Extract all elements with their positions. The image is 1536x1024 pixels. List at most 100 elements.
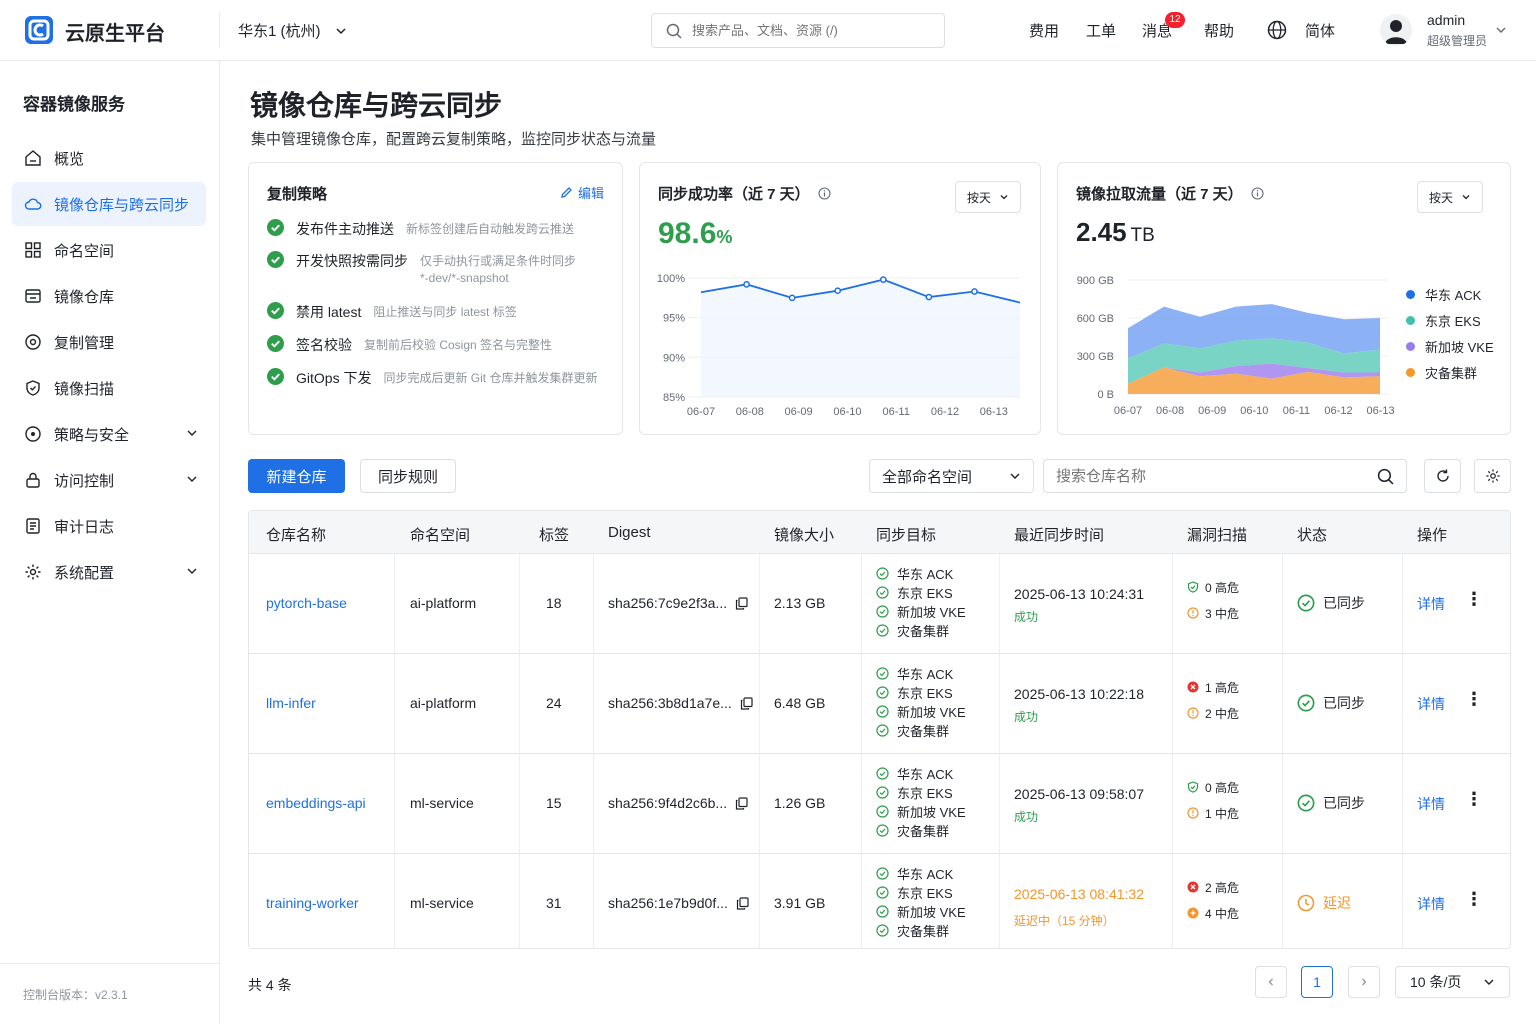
sync-target-name: 灾备集群 [897, 724, 950, 739]
table-row: embeddings-api ml-service 15 sha256:9f4d2c6… [249, 754, 1510, 854]
edit-policy-button[interactable]: 编辑 [560, 183, 604, 202]
x-tick-label: 06-11 [883, 406, 910, 418]
granularity-select[interactable]: 按天 [1417, 181, 1483, 213]
globe-icon[interactable] [1267, 20, 1287, 40]
more-actions-icon[interactable]: ⋮ [1465, 789, 1483, 810]
copy-icon[interactable] [736, 896, 749, 910]
sync-target-name: 灾备集群 [897, 824, 950, 839]
user-name[interactable]: admin [1427, 12, 1465, 28]
policy-rule: GitOps 下发 同步完成后更新 Git 仓库并触发集群更新 [267, 368, 597, 388]
more-actions-icon[interactable]: ⋮ [1465, 889, 1483, 910]
page-number-button[interactable]: 1 [1301, 966, 1333, 998]
image-size-cell: 3.91 GB [774, 895, 826, 911]
sidebar-item-namespace[interactable]: 命名空间 [12, 228, 206, 272]
repo-name-link[interactable]: llm-infer [266, 695, 316, 711]
namespace-cell: ml-service [410, 895, 474, 911]
sidebar-item-label: 镜像仓库与跨云同步 [54, 196, 190, 214]
sidebar-item-overview[interactable]: 概览 [12, 136, 206, 180]
check-circle-icon [267, 335, 284, 352]
nav-help[interactable]: 帮助 [1204, 20, 1234, 41]
sync-result: 成功 [1014, 810, 1039, 824]
detail-link[interactable]: 详情 [1417, 594, 1445, 614]
scan-result-text: 4 中危 [1205, 906, 1240, 921]
sidebar-item-repositories[interactable]: 镜像仓库 [12, 274, 206, 318]
detail-link[interactable]: 详情 [1417, 694, 1445, 714]
sync-target-item: 新加坡 VKE [876, 802, 966, 821]
chevron-down-icon[interactable] [1495, 24, 1507, 36]
image-size-cell: 2.13 GB [774, 595, 826, 611]
info-icon[interactable] [1251, 187, 1264, 200]
check-circle-icon [876, 624, 889, 637]
legend-item[interactable]: 华东 ACK [1406, 281, 1494, 307]
y-tick-label: 900 GB [1077, 275, 1114, 287]
language-switch[interactable]: 简体 [1305, 20, 1335, 41]
page-size-select[interactable]: 10 条/页 [1395, 966, 1510, 998]
search-icon [666, 23, 682, 39]
sync-target-item: 新加坡 VKE [876, 902, 966, 921]
sidebar-item-system-config[interactable]: 系统配置 [12, 550, 206, 594]
more-actions-icon[interactable]: ⋮ [1465, 689, 1483, 710]
sync-rules-button[interactable]: 同步规则 [360, 459, 456, 493]
digest-cell: sha256:9f4d2c6b... [608, 795, 748, 811]
legend-item[interactable]: 新加坡 VKE [1406, 333, 1494, 359]
granularity-select[interactable]: 按天 [955, 181, 1021, 213]
sidebar-item-replication[interactable]: 复制管理 [12, 320, 206, 364]
repository-table: 仓库名称 命名空间 标签 Digest 镜像大小 同步目标 最近同步时间 漏洞扫… [248, 510, 1511, 949]
copy-icon[interactable] [740, 696, 753, 710]
sync-status: 延迟 [1297, 893, 1351, 913]
refresh-button[interactable] [1424, 459, 1461, 493]
brand-name[interactable]: 云原生平台 [65, 17, 165, 46]
column-divider [999, 554, 1000, 654]
search-icon[interactable] [1377, 468, 1394, 485]
prev-page-button[interactable] [1255, 966, 1287, 998]
repo-name-link[interactable]: embeddings-api [266, 795, 366, 811]
sync-target-name: 东京 EKS [897, 586, 953, 601]
brand-logo-icon[interactable] [24, 15, 54, 45]
sidebar-item-repo-sync[interactable]: 镜像仓库与跨云同步 [12, 182, 206, 226]
table-settings-button[interactable] [1474, 459, 1511, 493]
scan-result-item: 0 高危 [1187, 774, 1239, 800]
region-selector[interactable]: 华东1 (杭州) [238, 20, 347, 41]
column-divider [759, 854, 760, 948]
detail-link[interactable]: 详情 [1417, 794, 1445, 814]
sync-target-name: 华东 ACK [897, 867, 954, 882]
nav-billing[interactable]: 费用 [1029, 20, 1059, 41]
repo-search[interactable] [1043, 459, 1407, 493]
replication-icon [25, 334, 41, 350]
detail-link[interactable]: 详情 [1417, 894, 1445, 914]
repo-search-input[interactable] [1056, 467, 1356, 485]
global-search-input[interactable] [692, 23, 922, 38]
repo-name-link[interactable]: pytorch-base [266, 595, 347, 611]
new-repo-button[interactable]: 新建仓库 [248, 459, 345, 493]
check-circle-icon [876, 824, 889, 837]
next-page-button[interactable] [1348, 966, 1380, 998]
sidebar-item-label: 策略与安全 [54, 426, 130, 444]
policy-rule-desc: 复制前后校验 Cosign 签名与完整性 [364, 337, 552, 354]
column-header: Digest [608, 524, 651, 541]
sidebar-item-access-control[interactable]: 访问控制 [12, 458, 206, 502]
nav-tickets[interactable]: 工单 [1086, 20, 1116, 41]
legend-item[interactable]: 灾备集群 [1406, 359, 1494, 385]
global-search[interactable] [651, 13, 945, 48]
sidebar-item-audit-log[interactable]: 审计日志 [12, 504, 206, 548]
policy-rule: 发布件主动推送 新标签创建后自动触发跨云推送 [267, 219, 574, 239]
legend-item[interactable]: 东京 EKS [1406, 307, 1494, 333]
scan-result-text: 1 中危 [1205, 806, 1240, 821]
success-rate-line-chart: 100% 95% 90% 85%06-07 06-08 06-09 06-10 06-11 06… [657, 273, 1021, 418]
info-icon[interactable] [818, 187, 831, 200]
sidebar-item-policy-security[interactable]: 策略与安全 [12, 412, 206, 456]
column-divider [1172, 754, 1173, 854]
repo-name-link[interactable]: training-worker [266, 895, 359, 911]
column-divider [593, 754, 594, 854]
column-divider [394, 854, 395, 948]
more-actions-icon[interactable]: ⋮ [1465, 589, 1483, 610]
namespace-filter-select[interactable]: 全部命名空间 [869, 459, 1034, 493]
sync-target-item: 东京 EKS [876, 583, 966, 602]
sidebar-item-scan[interactable]: 镜像扫描 [12, 366, 206, 410]
digest-cell: sha256:3b8d1a7e... [608, 695, 753, 711]
scan-result-text: 3 中危 [1205, 606, 1240, 621]
copy-icon[interactable] [735, 596, 748, 610]
x-tick-label: 06-07 [687, 406, 715, 418]
copy-icon[interactable] [735, 796, 748, 810]
user-avatar[interactable] [1380, 14, 1412, 46]
